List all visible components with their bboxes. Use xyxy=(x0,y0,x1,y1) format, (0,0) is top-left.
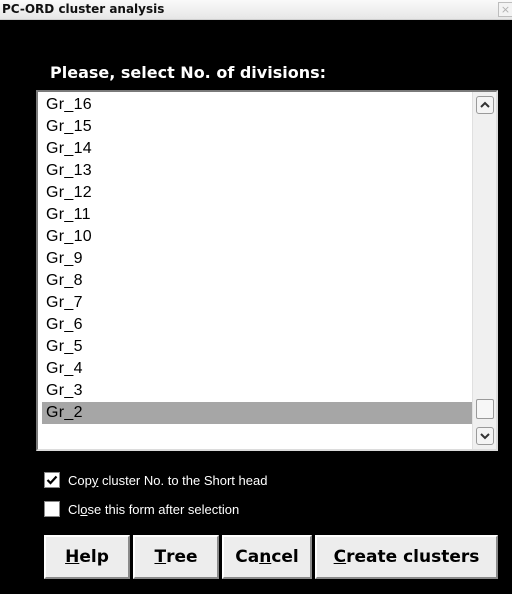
list-item[interactable]: Gr_16 xyxy=(42,94,472,116)
close-icon: × xyxy=(500,3,511,16)
list-item[interactable]: Gr_9 xyxy=(42,248,472,270)
copy-cluster-checkbox[interactable] xyxy=(44,472,60,488)
create-clusters-button[interactable]: Create clusters xyxy=(315,535,498,579)
help-button[interactable]: Help xyxy=(44,535,130,579)
list-item[interactable]: Gr_8 xyxy=(42,270,472,292)
list-item[interactable]: Gr_3 xyxy=(42,380,472,402)
tree-button[interactable]: Tree xyxy=(133,535,219,579)
window-title: PC-ORD cluster analysis xyxy=(2,2,165,16)
list-item[interactable]: Gr_6 xyxy=(42,314,472,336)
cancel-button[interactable]: Ca n cel xyxy=(222,535,312,579)
list-item[interactable]: Gr_12 xyxy=(42,182,472,204)
list-item[interactable]: Gr_7 xyxy=(42,292,472,314)
scrollbar-thumb[interactable] xyxy=(476,399,494,419)
chevron-down-icon xyxy=(480,433,490,440)
scroll-down-button[interactable] xyxy=(476,427,494,445)
scroll-up-button[interactable] xyxy=(476,96,494,114)
close-form-label: Close this form after selection xyxy=(68,501,240,517)
list-item[interactable]: Gr_2 xyxy=(42,402,472,424)
list-item[interactable]: Gr_5 xyxy=(42,336,472,358)
list-item[interactable]: Gr_13 xyxy=(42,160,472,182)
close-button[interactable]: × xyxy=(498,2,512,17)
title-bar: PC-ORD cluster analysis × xyxy=(0,0,512,20)
list-item[interactable]: Gr_15 xyxy=(42,116,472,138)
close-form-checkbox[interactable] xyxy=(44,501,60,517)
list-item[interactable]: Gr_10 xyxy=(42,226,472,248)
chevron-up-icon xyxy=(480,101,490,108)
vertical-scrollbar[interactable] xyxy=(472,92,496,449)
copy-cluster-label: Copy cluster No. to the Short head xyxy=(68,472,268,488)
list-items: Gr_16 Gr_15 Gr_14 Gr_13 Gr_12 Gr_11 Gr_10 Gr_9 G… xyxy=(38,94,472,424)
list-item[interactable]: Gr_11 xyxy=(42,204,472,226)
divisions-listbox[interactable]: Gr_16 Gr_15 Gr_14 Gr_13 Gr_12 Gr_11 Gr_10 Gr_9 G… xyxy=(36,90,498,451)
list-item[interactable]: Gr_4 xyxy=(42,358,472,380)
close-form-option[interactable]: Close this form after selection xyxy=(44,499,239,519)
selection-prompt: Please, select No. of divisions: xyxy=(50,63,327,82)
copy-cluster-option[interactable]: Copy cluster No. to the Short head xyxy=(44,470,267,490)
checkmark-icon xyxy=(46,475,58,485)
list-item[interactable]: Gr_14 xyxy=(42,138,472,160)
